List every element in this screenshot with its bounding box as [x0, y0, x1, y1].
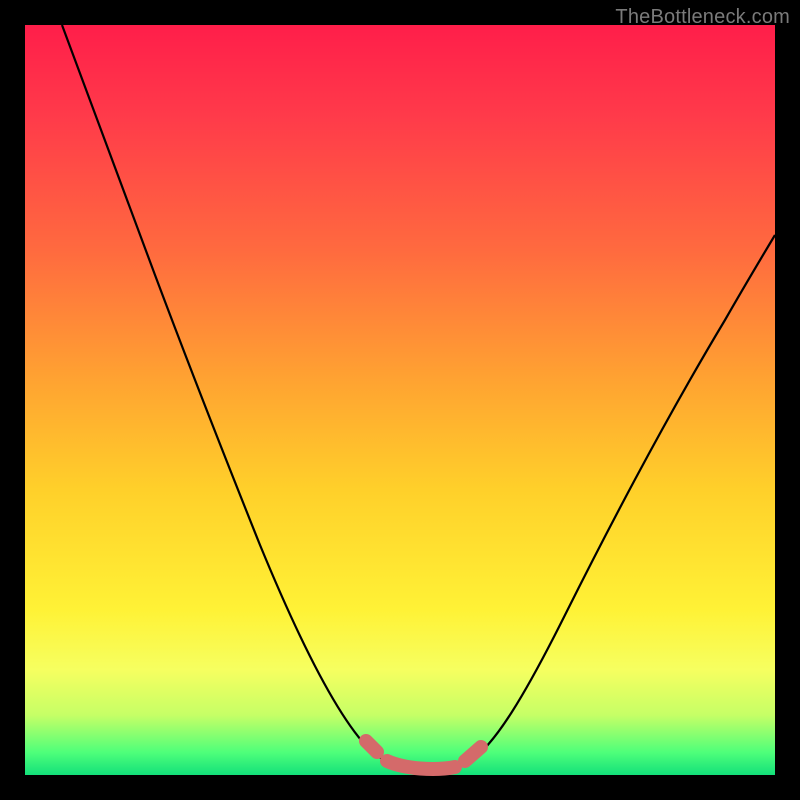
plot-area — [25, 25, 775, 775]
bottleneck-curve-svg — [25, 25, 775, 775]
optimal-zone-markers — [366, 741, 481, 769]
chart-frame: TheBottleneck.com — [0, 0, 800, 800]
bottleneck-curve — [62, 25, 775, 770]
watermark-text: TheBottleneck.com — [615, 6, 790, 29]
